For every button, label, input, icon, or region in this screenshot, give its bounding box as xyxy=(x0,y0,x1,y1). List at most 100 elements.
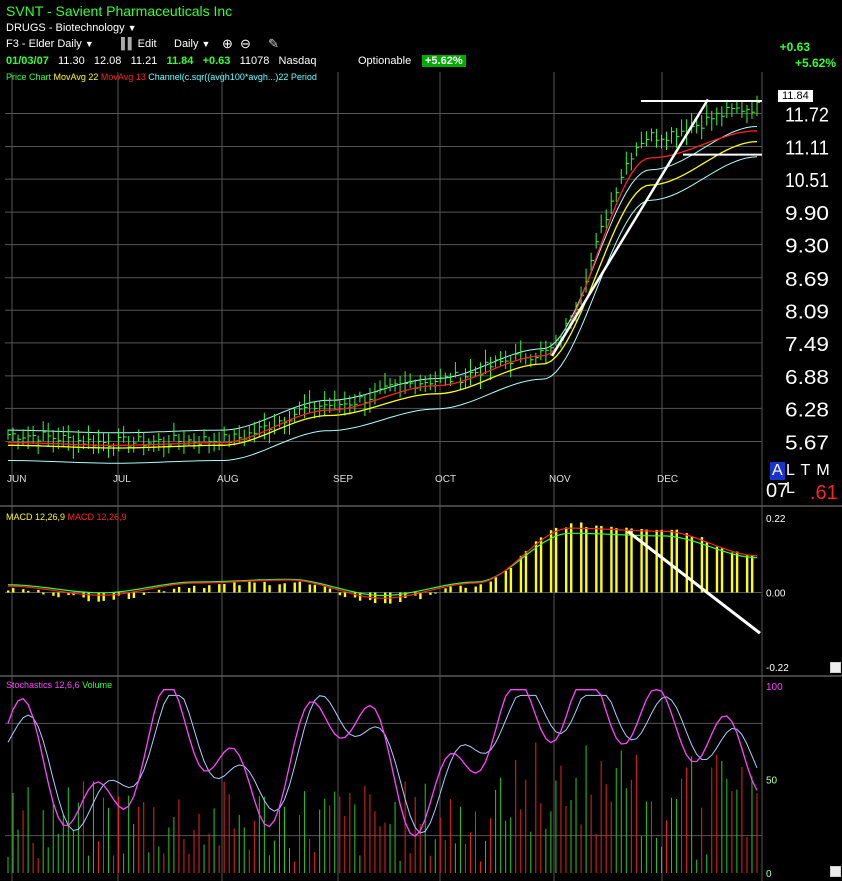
macd-histogram-bar xyxy=(203,588,206,593)
price-tick-label: 10.51 xyxy=(785,170,829,192)
macd-histogram-bar xyxy=(489,581,492,593)
macd-histogram-bar xyxy=(715,546,719,593)
macd-histogram-bar xyxy=(338,592,342,596)
macd-tick-label: -0.22 xyxy=(766,663,789,674)
macd-histogram-bar xyxy=(142,592,146,595)
macd-histogram-bar xyxy=(549,530,553,593)
trendlines xyxy=(550,98,762,357)
stoch-tick-label: 0 xyxy=(766,869,772,880)
macd-histogram-bar xyxy=(564,527,568,593)
macd-histogram-bar xyxy=(595,525,598,593)
stoch-d-line xyxy=(7,694,758,834)
macd-histogram-bar xyxy=(313,584,317,593)
macd-histogram-bar xyxy=(655,529,658,593)
macd-histogram-bar xyxy=(308,584,312,593)
macd-histogram-bar xyxy=(328,588,332,593)
last-price-badge: 11.84 xyxy=(778,90,813,102)
price-tick-label: 9.90 xyxy=(785,203,829,225)
macd-histogram-bar xyxy=(615,528,618,593)
macd-histogram-bar xyxy=(429,592,432,595)
month-label: JUN xyxy=(7,474,26,485)
month-label: AUG xyxy=(217,474,239,485)
macd-histogram-bar xyxy=(509,567,513,593)
macd-histogram-bar xyxy=(750,554,754,593)
macd-line xyxy=(8,527,758,599)
macd-histogram-bar xyxy=(268,585,271,593)
macd-histogram-bar xyxy=(132,592,136,599)
stochastics-panel xyxy=(5,689,762,873)
price-tick-label: 6.28 xyxy=(785,399,829,421)
macd-histogram-bar xyxy=(690,536,694,593)
macd-histogram-bar xyxy=(494,577,498,593)
macd-histogram-bar xyxy=(253,582,256,593)
stoch-k-line xyxy=(7,689,758,838)
macd-histogram-bar xyxy=(233,582,236,593)
panel-resize-handle-bottom[interactable] xyxy=(830,866,841,877)
macd-histogram-bar xyxy=(57,592,60,598)
macd-histogram-bar xyxy=(368,592,372,601)
macd-panel xyxy=(5,522,762,635)
macd-histogram-bar xyxy=(112,592,115,600)
price-tick-label: 5.67 xyxy=(785,433,829,455)
ma13-line xyxy=(8,130,758,446)
macd-histogram-bar xyxy=(127,592,131,600)
legend-macd-hist: MACD 12,26,9 xyxy=(6,512,66,522)
macd-histogram-bar xyxy=(192,585,196,593)
macd-histogram-bar xyxy=(745,555,749,593)
chart-canvas[interactable]: 5.67 6.28 6.88 7.49 8.09 8.69 9.30 9.90 10.51 11.… xyxy=(0,0,842,881)
macd-histogram-bar xyxy=(298,581,301,593)
macd-histogram-bar xyxy=(27,590,30,593)
macd-histogram-bar xyxy=(700,537,704,593)
macd-histogram-bar xyxy=(464,587,467,593)
macd-histogram-bar xyxy=(685,533,689,593)
macd-histogram-bar xyxy=(675,529,678,593)
macd-histogram-bar xyxy=(157,589,161,593)
macd-histogram-bar xyxy=(37,589,40,593)
month-label: DEC xyxy=(657,474,678,485)
macd-histogram-bar xyxy=(479,584,482,593)
macd-histogram-bar xyxy=(52,592,55,596)
legend-stochastics: Stochastics 12,6,6 xyxy=(6,680,80,690)
stoch-tick-label: 100 xyxy=(766,682,783,693)
macd-histogram-bar xyxy=(610,526,613,593)
macd-histogram-bar xyxy=(640,528,643,593)
macd-histogram-bar xyxy=(278,584,281,593)
price-tick-label: 8.69 xyxy=(785,269,829,291)
month-label: JUL xyxy=(113,474,131,485)
legend-macd-line: MACD 12,26,9 xyxy=(67,512,127,522)
macd-histogram-bar xyxy=(248,581,251,593)
macd-histogram-bar xyxy=(162,591,166,593)
macd-histogram-bar xyxy=(82,592,85,598)
channel-upper-line xyxy=(8,126,758,434)
month-label: SEP xyxy=(333,474,353,485)
macd-histogram-bar xyxy=(22,589,25,593)
macd-histogram-bar xyxy=(223,583,226,593)
macd-histogram-bar xyxy=(283,583,286,593)
macd-histogram-bar xyxy=(524,551,528,593)
macd-histogram-bar xyxy=(177,586,181,593)
stoch-tick-label: 50 xyxy=(766,776,778,787)
macd-histogram-bar xyxy=(449,586,452,593)
macd-histogram-bar xyxy=(585,527,588,593)
macd-histogram-bar xyxy=(343,592,347,598)
macd-histogram-bar xyxy=(172,588,176,593)
price-trendline xyxy=(550,98,710,357)
macd-histogram-bar xyxy=(97,592,100,602)
status-year: 07 xyxy=(766,480,789,502)
macd-histogram-bar xyxy=(670,529,673,593)
status-a[interactable]: A xyxy=(770,462,785,480)
macd-histogram-bar xyxy=(630,528,633,593)
macd-histogram-bar xyxy=(735,551,739,593)
panel-resize-handle[interactable] xyxy=(830,662,841,673)
macd-histogram-bar xyxy=(625,527,628,593)
macd-histogram-bar xyxy=(42,592,45,595)
ma22-line xyxy=(8,140,758,449)
macd-histogram-bar xyxy=(554,527,558,593)
price-tick-label: 9.30 xyxy=(785,236,829,258)
macd-histogram-bar xyxy=(7,590,10,593)
price-tick-label: 6.88 xyxy=(785,367,829,389)
macd-histogram-bar xyxy=(459,585,462,593)
macd-histogram-bar xyxy=(519,555,523,593)
status-value: .61 xyxy=(810,482,838,504)
macd-histogram-bar xyxy=(208,585,211,593)
